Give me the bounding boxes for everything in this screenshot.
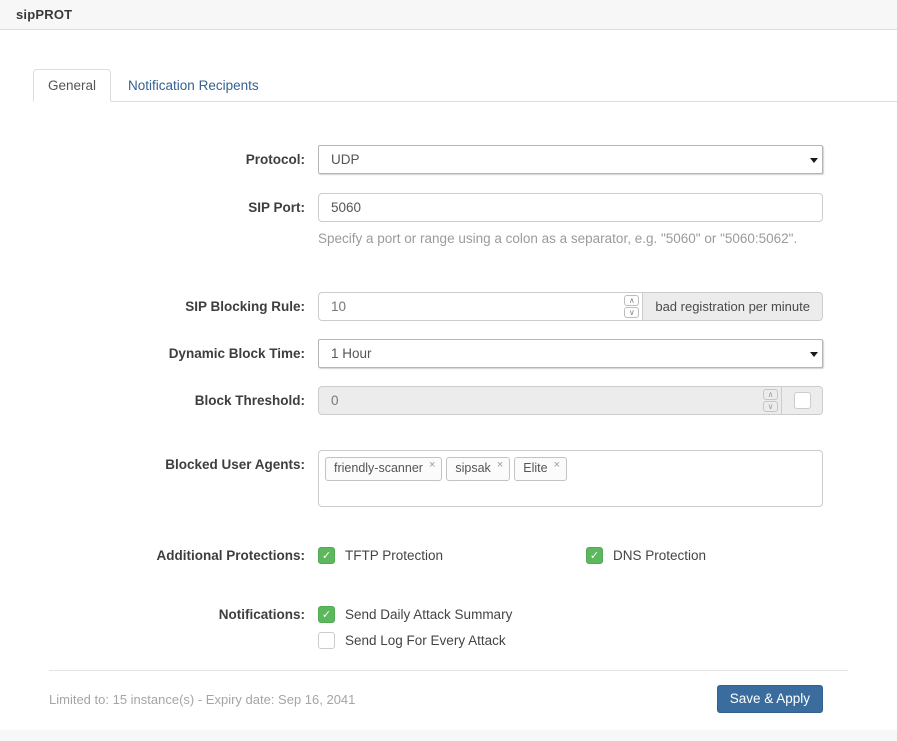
notifications-row: Notifications: ✓ Send Daily Attack Summa…: [0, 606, 897, 649]
sip-port-input[interactable]: [318, 193, 823, 222]
protocol-select[interactable]: UDP: [318, 145, 823, 174]
daily-attack-summary-option: ✓ Send Daily Attack Summary: [318, 606, 823, 623]
license-info-text: Limited to: 15 instance(s) - Expiry date…: [49, 692, 355, 707]
tftp-protection-option: ✓ TFTP Protection: [318, 547, 586, 564]
dropdown-arrow-icon: [810, 158, 818, 163]
sip-blocking-rule-label: SIP Blocking Rule:: [0, 292, 305, 321]
dns-protection-option: ✓ DNS Protection: [586, 547, 706, 564]
sip-port-row: SIP Port: Specify a port or range using …: [0, 193, 897, 246]
footer: Limited to: 15 instance(s) - Expiry date…: [0, 671, 897, 713]
number-spinner: ∧ ∨: [763, 389, 778, 412]
save-apply-button[interactable]: Save & Apply: [717, 685, 823, 713]
additional-protections-label: Additional Protections:: [0, 547, 305, 564]
log-every-attack-option: ✓ Send Log For Every Attack: [318, 632, 823, 649]
number-spinner: ∧ ∨: [624, 295, 639, 318]
blocked-user-agents-row: Blocked User Agents: friendly-scanner × …: [0, 450, 897, 507]
dynamic-block-time-select[interactable]: 1 Hour: [318, 339, 823, 368]
tag-label: sipsak: [455, 461, 490, 476]
blocked-user-agents-label: Blocked User Agents:: [0, 450, 305, 507]
remove-tag-icon[interactable]: ×: [497, 460, 503, 470]
spinner-up-icon: ∧: [763, 389, 778, 400]
log-every-attack-checkbox[interactable]: ✓: [318, 632, 335, 649]
dns-protection-checkbox[interactable]: ✓: [586, 547, 603, 564]
remove-tag-icon[interactable]: ×: [554, 460, 560, 470]
protocol-row: Protocol: UDP: [0, 145, 897, 174]
daily-attack-summary-label: Send Daily Attack Summary: [345, 607, 512, 622]
tag-elite: Elite ×: [514, 457, 567, 481]
sip-blocking-rule-value: 10: [331, 299, 346, 314]
tab-notification-recipients[interactable]: Notification Recipents: [113, 69, 274, 102]
block-threshold-row: Block Threshold: 0 ∧ ∨ ✓: [0, 386, 897, 415]
protocol-selected-value: UDP: [331, 152, 360, 167]
tftp-protection-checkbox[interactable]: ✓: [318, 547, 335, 564]
sip-blocking-rule-row: SIP Blocking Rule: 10 ∧ ∨ bad registrati…: [0, 292, 897, 321]
notifications-label: Notifications:: [0, 606, 305, 649]
block-threshold-input: 0 ∧ ∨: [318, 386, 782, 415]
sip-port-label: SIP Port:: [0, 193, 305, 246]
spinner-up-icon[interactable]: ∧: [624, 295, 639, 306]
sip-blocking-rule-input[interactable]: 10 ∧ ∨: [318, 292, 643, 321]
tag-sipsak: sipsak ×: [446, 457, 510, 481]
module-header: sipPROT: [0, 0, 897, 30]
sip-blocking-rule-addon: bad registration per minute: [643, 292, 823, 321]
dynamic-block-time-row: Dynamic Block Time: 1 Hour: [0, 339, 897, 368]
content-panel: General Notification Recipents Protocol:…: [0, 30, 897, 730]
daily-attack-summary-checkbox[interactable]: ✓: [318, 606, 335, 623]
block-threshold-enable-addon: ✓: [782, 386, 823, 415]
block-threshold-enable-checkbox[interactable]: ✓: [794, 392, 811, 409]
tag-label: Elite: [523, 461, 547, 476]
dynamic-block-time-selected-value: 1 Hour: [331, 346, 372, 361]
sip-port-help-text: Specify a port or range using a colon as…: [318, 231, 823, 246]
page-title: sipPROT: [16, 7, 72, 22]
block-threshold-value: 0: [331, 393, 339, 408]
spinner-down-icon: ∨: [763, 401, 778, 412]
spinner-down-icon[interactable]: ∨: [624, 307, 639, 318]
tab-bar: General Notification Recipents: [33, 69, 897, 102]
tab-general[interactable]: General: [33, 69, 111, 102]
tftp-protection-label: TFTP Protection: [345, 548, 443, 563]
tag-friendly-scanner: friendly-scanner ×: [325, 457, 442, 481]
additional-protections-row: Additional Protections: ✓ TFTP Protectio…: [0, 547, 897, 564]
remove-tag-icon[interactable]: ×: [429, 460, 435, 470]
dropdown-arrow-icon: [810, 352, 818, 357]
log-every-attack-label: Send Log For Every Attack: [345, 633, 506, 648]
dynamic-block-time-label: Dynamic Block Time:: [0, 339, 305, 368]
blocked-user-agents-input[interactable]: friendly-scanner × sipsak × Elite ×: [318, 450, 823, 507]
dns-protection-label: DNS Protection: [613, 548, 706, 563]
page-background-strip: [0, 730, 897, 741]
block-threshold-label: Block Threshold:: [0, 386, 305, 415]
tag-label: friendly-scanner: [334, 461, 423, 476]
settings-form: Protocol: UDP SIP Port: Specify a port o…: [0, 145, 897, 649]
protocol-label: Protocol:: [0, 145, 305, 174]
